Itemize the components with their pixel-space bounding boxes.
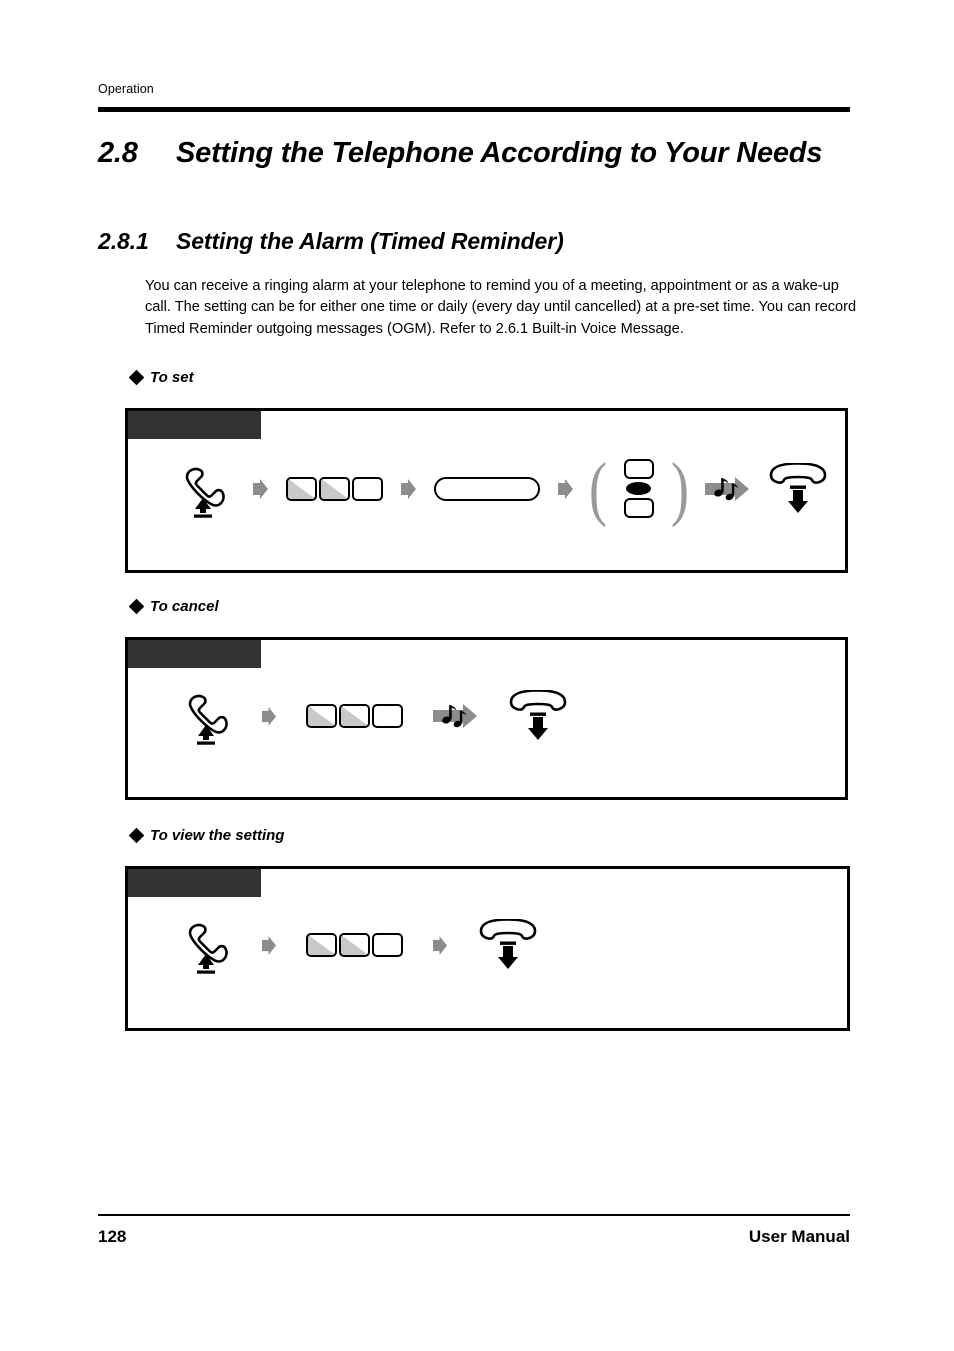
option-key-top (623, 459, 654, 479)
wide-key-icon (434, 476, 540, 501)
dial-key-1 (306, 704, 337, 728)
dial-key-1 (306, 933, 337, 957)
dial-keys-icon (306, 933, 403, 957)
dial-key-2 (339, 933, 370, 957)
dial-key-3 (372, 704, 403, 728)
arrow-right-icon (253, 478, 268, 499)
running-header: Operation (98, 82, 154, 96)
procedure-header-bar (128, 640, 261, 668)
bullet-to-cancel: To cancel (128, 598, 219, 615)
bullet-to-set-label: To set (150, 369, 194, 386)
dial-key-3 (372, 933, 403, 957)
procedure-flow-to-set: ( ) (177, 447, 829, 528)
bullet-to-cancel-label: To cancel (150, 598, 219, 615)
section-title: Setting the Telephone According to Your … (176, 137, 823, 169)
arrow-right-icon (262, 706, 276, 726)
option-dot-icon (626, 482, 652, 495)
subsection-heading: 2.8.1 Setting the Alarm (Timed Reminder) (98, 228, 564, 255)
off-hook-handset-icon (185, 467, 225, 518)
bullet-to-set: To set (128, 369, 194, 386)
right-paren-icon: ) (670, 447, 689, 528)
footer-label: User Manual (748, 1227, 850, 1246)
subsection-title: Setting the Alarm (Timed Reminder) (176, 228, 564, 254)
header-rule (98, 107, 850, 112)
subsection-number: 2.8.1 (98, 228, 149, 254)
section-number: 2.8 (98, 137, 138, 169)
arrow-right-icon (401, 478, 416, 499)
section-heading: 2.8 Setting the Telephone According to Yo… (98, 136, 858, 171)
diamond-bullet-icon (128, 369, 145, 386)
option-key-bottom (623, 498, 654, 518)
diamond-bullet-icon (128, 827, 145, 844)
on-hook-handset-icon (509, 690, 567, 740)
procedure-box-to-set: ( ) (125, 408, 848, 573)
on-hook-handset-icon (479, 919, 537, 969)
ring-tone-icon (704, 476, 749, 501)
dial-key-1 (286, 476, 317, 501)
procedure-box-to-cancel (125, 637, 848, 800)
manual-page: Operation 2.8 Setting the Telephone Accor… (0, 0, 954, 1351)
dial-key-3 (352, 476, 383, 501)
procedure-box-to-view-setting (125, 866, 850, 1031)
footer-rule (98, 1214, 850, 1216)
procedure-flow-to-cancel (180, 687, 569, 745)
procedure-flow-to-view-setting (180, 916, 539, 974)
arrow-right-icon (558, 478, 573, 499)
body-paragraph: You can receive a ringing alarm at your … (145, 278, 857, 337)
down-arrow-icon (787, 489, 808, 513)
dial-keys-icon (306, 704, 403, 728)
dial-keys-icon (286, 476, 383, 501)
arrow-right-icon (433, 935, 447, 955)
ring-tone-icon (433, 704, 477, 728)
option-group-icon: ( ) (586, 447, 692, 528)
off-hook-handset-icon (188, 694, 228, 745)
procedure-header-bar (128, 411, 261, 439)
arrow-right-icon (262, 935, 276, 955)
bullet-to-view-setting: To view the setting (128, 827, 285, 844)
bullet-to-view-setting-label: To view the setting (150, 827, 285, 844)
dial-key-2 (339, 704, 370, 728)
diamond-bullet-icon (128, 598, 145, 615)
on-hook-handset-icon (769, 462, 827, 513)
dial-key-2 (319, 476, 350, 501)
left-paren-icon: ( (588, 447, 607, 528)
off-hook-handset-icon (188, 923, 228, 974)
procedure-header-bar (128, 869, 261, 897)
down-arrow-icon (528, 717, 548, 740)
down-arrow-icon (498, 946, 518, 969)
